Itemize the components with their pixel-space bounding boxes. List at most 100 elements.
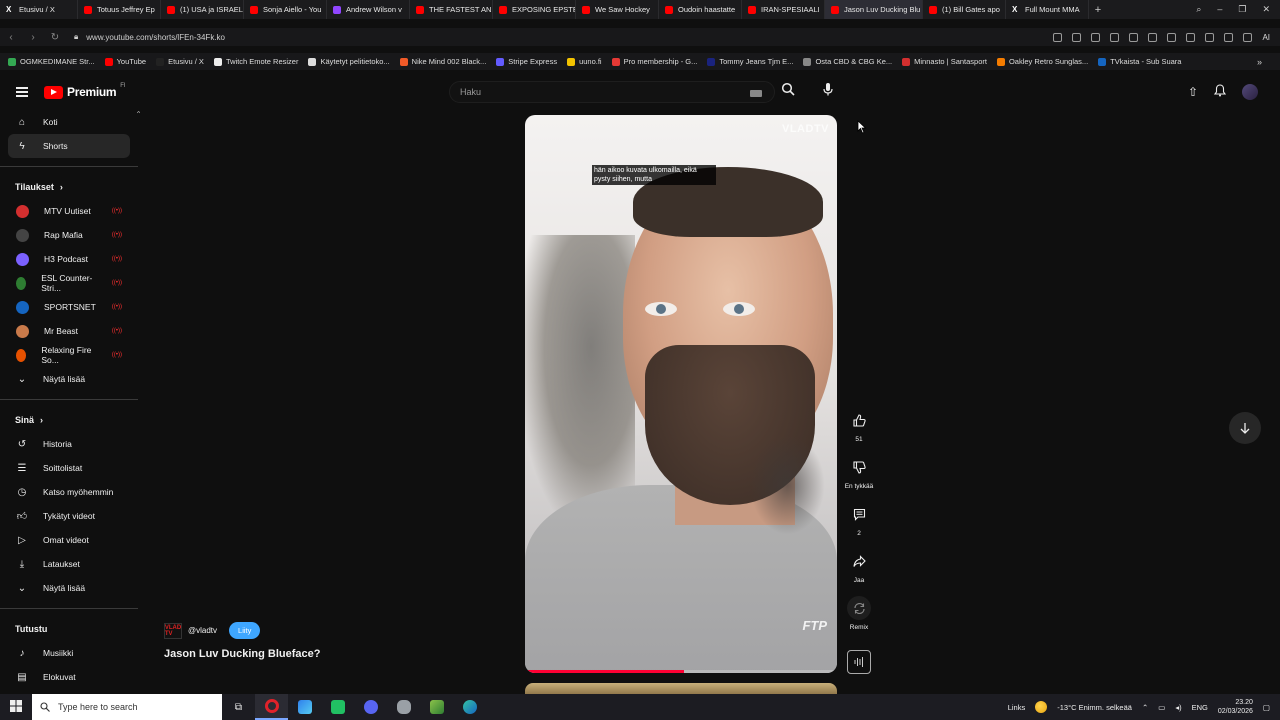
weather-icon[interactable]	[1035, 701, 1048, 713]
maximize-button[interactable]: ❐	[1238, 4, 1246, 15]
bookmark-item[interactable]: Stripe Express	[496, 57, 557, 66]
sidebar-scroll-up-icon[interactable]: ⌃	[135, 110, 140, 119]
sidebar-item-downloads[interactable]: ⤓ Lataukset	[0, 552, 130, 576]
shield-icon[interactable]	[1110, 32, 1120, 42]
language-indicator[interactable]: ENG	[1192, 703, 1208, 712]
video-progress-bar[interactable]	[525, 670, 837, 673]
sidebar-item-playlists[interactable]: ☰ Soittolistat	[0, 456, 130, 480]
sidebar-item-chevron-down[interactable]: ⌄ Näytä lisää	[0, 576, 130, 600]
url-field[interactable]: 🔒︎ www.youtube.com/shorts/lFEn-34Fk.ko	[74, 32, 225, 42]
account-avatar[interactable]	[1242, 84, 1258, 100]
sidebar-item-your-videos[interactable]: ▷ Omat videot	[0, 528, 130, 552]
new-tab-button[interactable]: +	[1089, 4, 1107, 16]
play-icon[interactable]	[1129, 32, 1139, 42]
edge-browser-icon[interactable]	[453, 694, 486, 720]
browser-tab[interactable]: X Etusivu / X	[0, 0, 78, 19]
edit-icon[interactable]	[1072, 32, 1082, 42]
remix-button[interactable]	[847, 596, 871, 620]
camera-icon[interactable]	[1091, 32, 1101, 42]
join-button[interactable]: Liity	[229, 622, 261, 639]
bookmark-item[interactable]: YouTube	[104, 57, 146, 66]
keyboard-icon[interactable]	[750, 90, 762, 97]
channel-handle[interactable]: @vladtv	[188, 626, 217, 635]
bookmark-item[interactable]: Pro membership - G...	[611, 57, 697, 66]
search-page-icon[interactable]	[1053, 32, 1063, 42]
browser-tab[interactable]: (1) USA ja ISRAEL	[161, 0, 244, 19]
bookmark-item[interactable]: Nike Mind 002 Black...	[399, 57, 486, 66]
bookmark-item[interactable]: OGMKEDIMANE Str...	[8, 57, 95, 66]
browser-tab[interactable]: (1) Bill Gates apo	[923, 0, 1006, 19]
taskbar-search-input[interactable]: Type here to search	[32, 694, 222, 720]
browser-tab[interactable]: EXPOSING EPSTE	[493, 0, 576, 19]
opera-browser-icon[interactable]	[255, 694, 288, 720]
network-icon[interactable]: ▭	[1158, 703, 1165, 712]
dislike-button[interactable]	[847, 455, 871, 479]
sidebar-item-home[interactable]: ⌂ Koti	[0, 110, 130, 134]
share-button[interactable]	[847, 549, 871, 573]
task-view-icon[interactable]: ⧉	[222, 694, 255, 720]
bookmark-item[interactable]: Twitch Emote Resizer	[213, 57, 298, 66]
bookmark-item[interactable]: Oakley Retro Sunglas...	[996, 57, 1088, 66]
browser-tab[interactable]: Oudoin haastatte	[659, 0, 742, 19]
sidebar-item-watch-later[interactable]: ◷ Katso myöhemmin	[0, 480, 130, 504]
youtube-premium-logo[interactable]: Premium FI	[44, 83, 126, 99]
minimize-button[interactable]: –	[1217, 4, 1222, 15]
browser-tab[interactable]: Sonja Aiello - You	[244, 0, 327, 19]
show-more-subscriptions[interactable]: ⌄ Näytä lisää	[0, 367, 130, 391]
like-button[interactable]	[847, 408, 871, 432]
media-player-icon[interactable]	[420, 694, 453, 720]
green-app-icon[interactable]	[321, 694, 354, 720]
weather-text[interactable]: -13°C Enimm. selkeää	[1057, 703, 1132, 712]
reload-button[interactable]: ↻	[44, 32, 66, 43]
browser-tab[interactable]: Andrew Wilson v	[327, 0, 410, 19]
links-toolbar[interactable]: Links	[1008, 703, 1026, 712]
back-button[interactable]: ‹	[0, 32, 22, 43]
notifications-icon[interactable]: ▢	[1263, 703, 1270, 712]
browser-tab[interactable]: X Full Mount MMA	[1006, 0, 1089, 19]
menu-icon[interactable]	[1186, 32, 1196, 42]
comments-button[interactable]	[847, 502, 871, 526]
sidebar-item-history[interactable]: ↺ Historia	[0, 432, 130, 456]
shorts-video-player[interactable]: VLADTV hän aikoo kuvata ulkomailla, eikä…	[525, 115, 837, 673]
browser-tab[interactable]: We Saw Hockey	[576, 0, 659, 19]
search-button[interactable]	[778, 82, 798, 102]
windows-start-icon[interactable]	[0, 699, 32, 715]
site-info-icon[interactable]: 🔒︎	[74, 32, 78, 42]
bookmark-item[interactable]: Käytetyt pelitietoko...	[308, 57, 390, 66]
extension-icon[interactable]	[1224, 32, 1234, 42]
heart-icon[interactable]	[1148, 32, 1158, 42]
browser-tab[interactable]: THE FASTEST AN	[410, 0, 493, 19]
browser-tab[interactable]: IRAN-SPESIAALI	[742, 0, 825, 19]
bookmarks-more-icon[interactable]: »	[1257, 57, 1280, 67]
upload-icon[interactable]: ⇧	[1188, 85, 1198, 99]
sidebar-subscription-item[interactable]: Mr Beast ((•))	[0, 319, 130, 343]
bookmark-item[interactable]: uuno.fi	[567, 57, 602, 66]
sidebar-subscription-item[interactable]: SPORTSNET ((•))	[0, 295, 130, 319]
subscriptions-heading[interactable]: Tilaukset ›	[0, 175, 140, 199]
forward-button[interactable]: ›	[22, 32, 44, 43]
ai-button[interactable]: AI	[1262, 33, 1270, 42]
sidebar-subscription-item[interactable]: ESL Counter-Stri... ((•))	[0, 271, 130, 295]
profile-icon[interactable]	[1205, 32, 1215, 42]
sidebar-item-liked[interactable]: 👍︎ Tykätyt videot	[0, 504, 130, 528]
sidebar-subscription-item[interactable]: H3 Podcast ((•))	[0, 247, 130, 271]
bookmark-item[interactable]: TVkaista - Sub Suara	[1098, 57, 1181, 66]
shield-app-icon[interactable]	[387, 694, 420, 720]
search-input[interactable]: Haku	[449, 81, 775, 103]
guide-menu-icon[interactable]	[16, 87, 28, 97]
channel-logo[interactable]: VLAD TV	[164, 622, 182, 639]
bookmark-item[interactable]: Etusivu / X	[156, 57, 204, 66]
cube-icon[interactable]	[1243, 32, 1253, 42]
tray-overflow-icon[interactable]: ⌃	[1142, 703, 1148, 712]
downloads-icon[interactable]	[1167, 32, 1177, 42]
bookmark-item[interactable]: Minnasto | Santasport	[902, 57, 987, 66]
you-heading[interactable]: Sinä ›	[0, 408, 140, 432]
volume-icon[interactable]: ◂)	[1175, 703, 1181, 712]
sidebar-item-movies[interactable]: ▤ Elokuvat	[0, 665, 130, 689]
close-window-button[interactable]: ✕	[1262, 4, 1270, 15]
notifications-bell-icon[interactable]	[1213, 84, 1227, 100]
sidebar-subscription-item[interactable]: Rap Mafia ((•))	[0, 223, 130, 247]
sidebar-item-music[interactable]: ♪ Musiikki	[0, 641, 130, 665]
photos-app-icon[interactable]	[288, 694, 321, 720]
discord-icon[interactable]	[354, 694, 387, 720]
